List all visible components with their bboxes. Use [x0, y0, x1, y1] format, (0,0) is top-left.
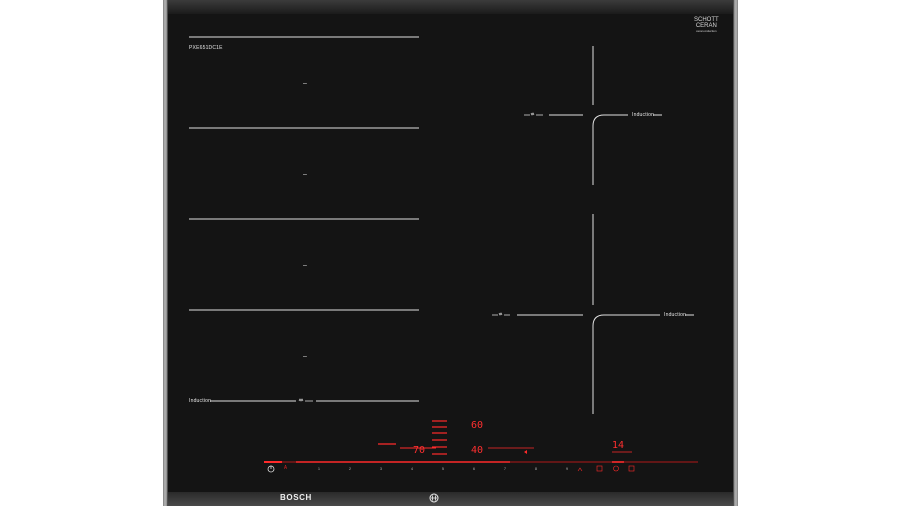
scale-number-2[interactable]: 2	[349, 467, 351, 471]
display-top: 60	[471, 420, 484, 431]
scale-number-3[interactable]: 3	[380, 467, 382, 471]
lock-icon[interactable]	[628, 465, 635, 472]
right-bottom-zone-symbol	[492, 312, 510, 316]
flex-zone-mark-2: –	[303, 171, 308, 178]
display-left: 70	[413, 445, 426, 456]
glass-brand-sub: ceran-induction	[696, 29, 717, 33]
scale-number-1[interactable]: 1	[318, 467, 320, 471]
scale-number-5[interactable]: 5	[442, 467, 444, 471]
display-mid: 40	[471, 445, 484, 456]
bosch-logo-armature	[431, 495, 437, 501]
flex-zone-induction-label: Induction	[189, 398, 212, 404]
scale-number-9[interactable]: 9	[566, 467, 568, 471]
scale-number-8[interactable]: 8	[535, 467, 537, 471]
scale-number-7[interactable]: 7	[504, 467, 506, 471]
right-top-zone-symbol	[524, 112, 543, 116]
boost-icon[interactable]	[577, 467, 583, 472]
bosch-logo: BOSCH	[267, 493, 312, 502]
model-label: PXE651DC1E	[189, 45, 223, 51]
flex-mode-label[interactable]: A	[284, 466, 287, 471]
display-right: 14	[612, 440, 625, 451]
right-top-induction-label: Induction	[632, 112, 655, 118]
flex-zone-mark-4: –	[303, 353, 308, 360]
zone-markings	[189, 36, 698, 503]
right-bottom-zone-corner	[592, 314, 660, 414]
flex-zone-mark-3: –	[303, 262, 308, 269]
clock-icon[interactable]	[613, 465, 619, 472]
timer-icon[interactable]	[596, 465, 603, 472]
flex-zone-symbol	[298, 398, 313, 402]
scale-number-4[interactable]: 4	[411, 467, 413, 471]
glass-brand-logo: SCHOTT CERAN ceran-induction	[694, 17, 719, 34]
right-arrow-icon[interactable]	[524, 450, 527, 454]
right-top-zone-corner	[592, 114, 628, 185]
maker-name: BOSCH	[280, 493, 312, 502]
scale-number-6[interactable]: 6	[473, 467, 475, 471]
flex-zone-mark-1: –	[303, 80, 308, 87]
right-bottom-induction-label: Induction	[664, 312, 687, 318]
